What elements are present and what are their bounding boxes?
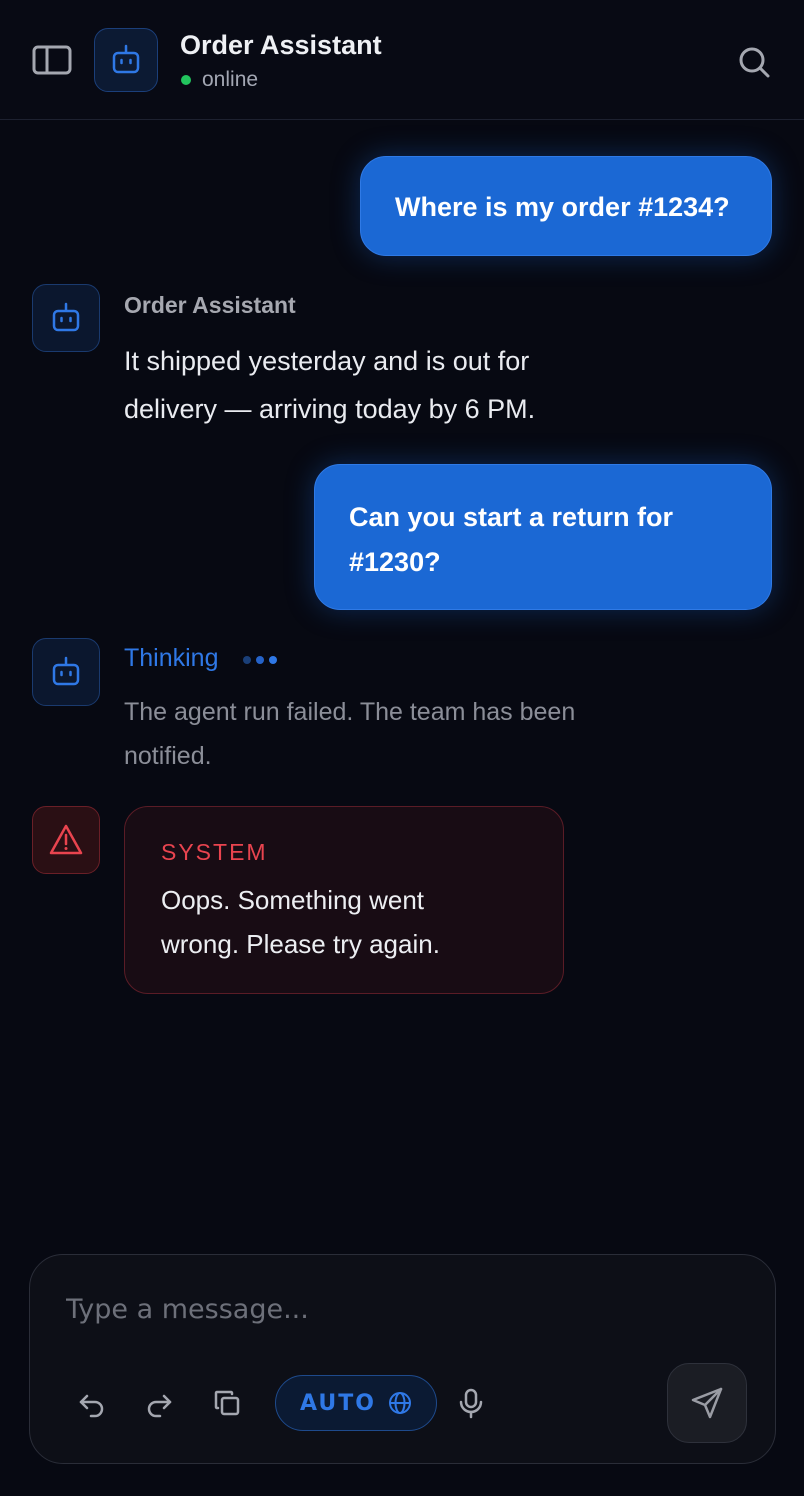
system-avatar (32, 806, 100, 874)
chat-status: online (202, 68, 259, 91)
system-message-card: SYSTEM Oops. Something went wrong. Pleas… (124, 806, 564, 994)
system-message-text: Oops. Something went wrong. Please try a… (161, 885, 440, 959)
copy-button[interactable] (205, 1381, 249, 1425)
online-status-dot (181, 75, 191, 85)
bot-icon (52, 302, 80, 332)
auto-mode-toggle[interactable]: AUTO (275, 1375, 437, 1431)
globe-icon (388, 1392, 411, 1414)
search-icon (739, 47, 770, 78)
thinking-status: Thinking (124, 644, 219, 672)
mic-icon (459, 1388, 483, 1419)
assistant-avatar (32, 638, 100, 706)
system-label: SYSTEM (161, 839, 268, 865)
voice-input-button[interactable] (449, 1381, 493, 1425)
header-bot-avatar (94, 28, 158, 92)
user-message-bubble: Can you start a return for #1230? (314, 464, 772, 610)
chat-header: Order Assistant online (0, 0, 804, 120)
user-message-text: Can you start a return for #1230? (349, 502, 674, 577)
typing-indicator (243, 651, 282, 669)
user-message-text: Where is my order #1234? (395, 192, 730, 222)
auto-mode-label: AUTO (300, 1390, 376, 1416)
send-icon (691, 1387, 723, 1419)
send-button[interactable] (667, 1363, 747, 1443)
sidebar-toggle-button[interactable] (30, 42, 74, 78)
bot-icon (52, 656, 80, 686)
bot-icon (112, 44, 140, 74)
chat-app: Order Assistant online Where is my order… (0, 0, 804, 1496)
assistant-name: Order Assistant (124, 292, 296, 318)
assistant-avatar (32, 284, 100, 352)
assistant-error-text: The agent run failed. The team has been … (124, 698, 576, 770)
search-button[interactable] (732, 40, 776, 84)
assistant-message-text: It shipped yesterday and is out for deli… (124, 346, 536, 424)
warning-icon (49, 824, 83, 855)
undo-button[interactable] (70, 1381, 114, 1425)
sidebar-toggle-icon (32, 45, 72, 75)
user-message-bubble: Where is my order #1234? (360, 156, 772, 256)
redo-icon (147, 1394, 172, 1418)
chat-title: Order Assistant (180, 30, 382, 60)
redo-button[interactable] (137, 1381, 181, 1425)
copy-icon (214, 1390, 240, 1416)
message-input[interactable] (66, 1287, 706, 1331)
undo-icon (79, 1394, 104, 1418)
message-composer: AUTO (29, 1254, 776, 1464)
